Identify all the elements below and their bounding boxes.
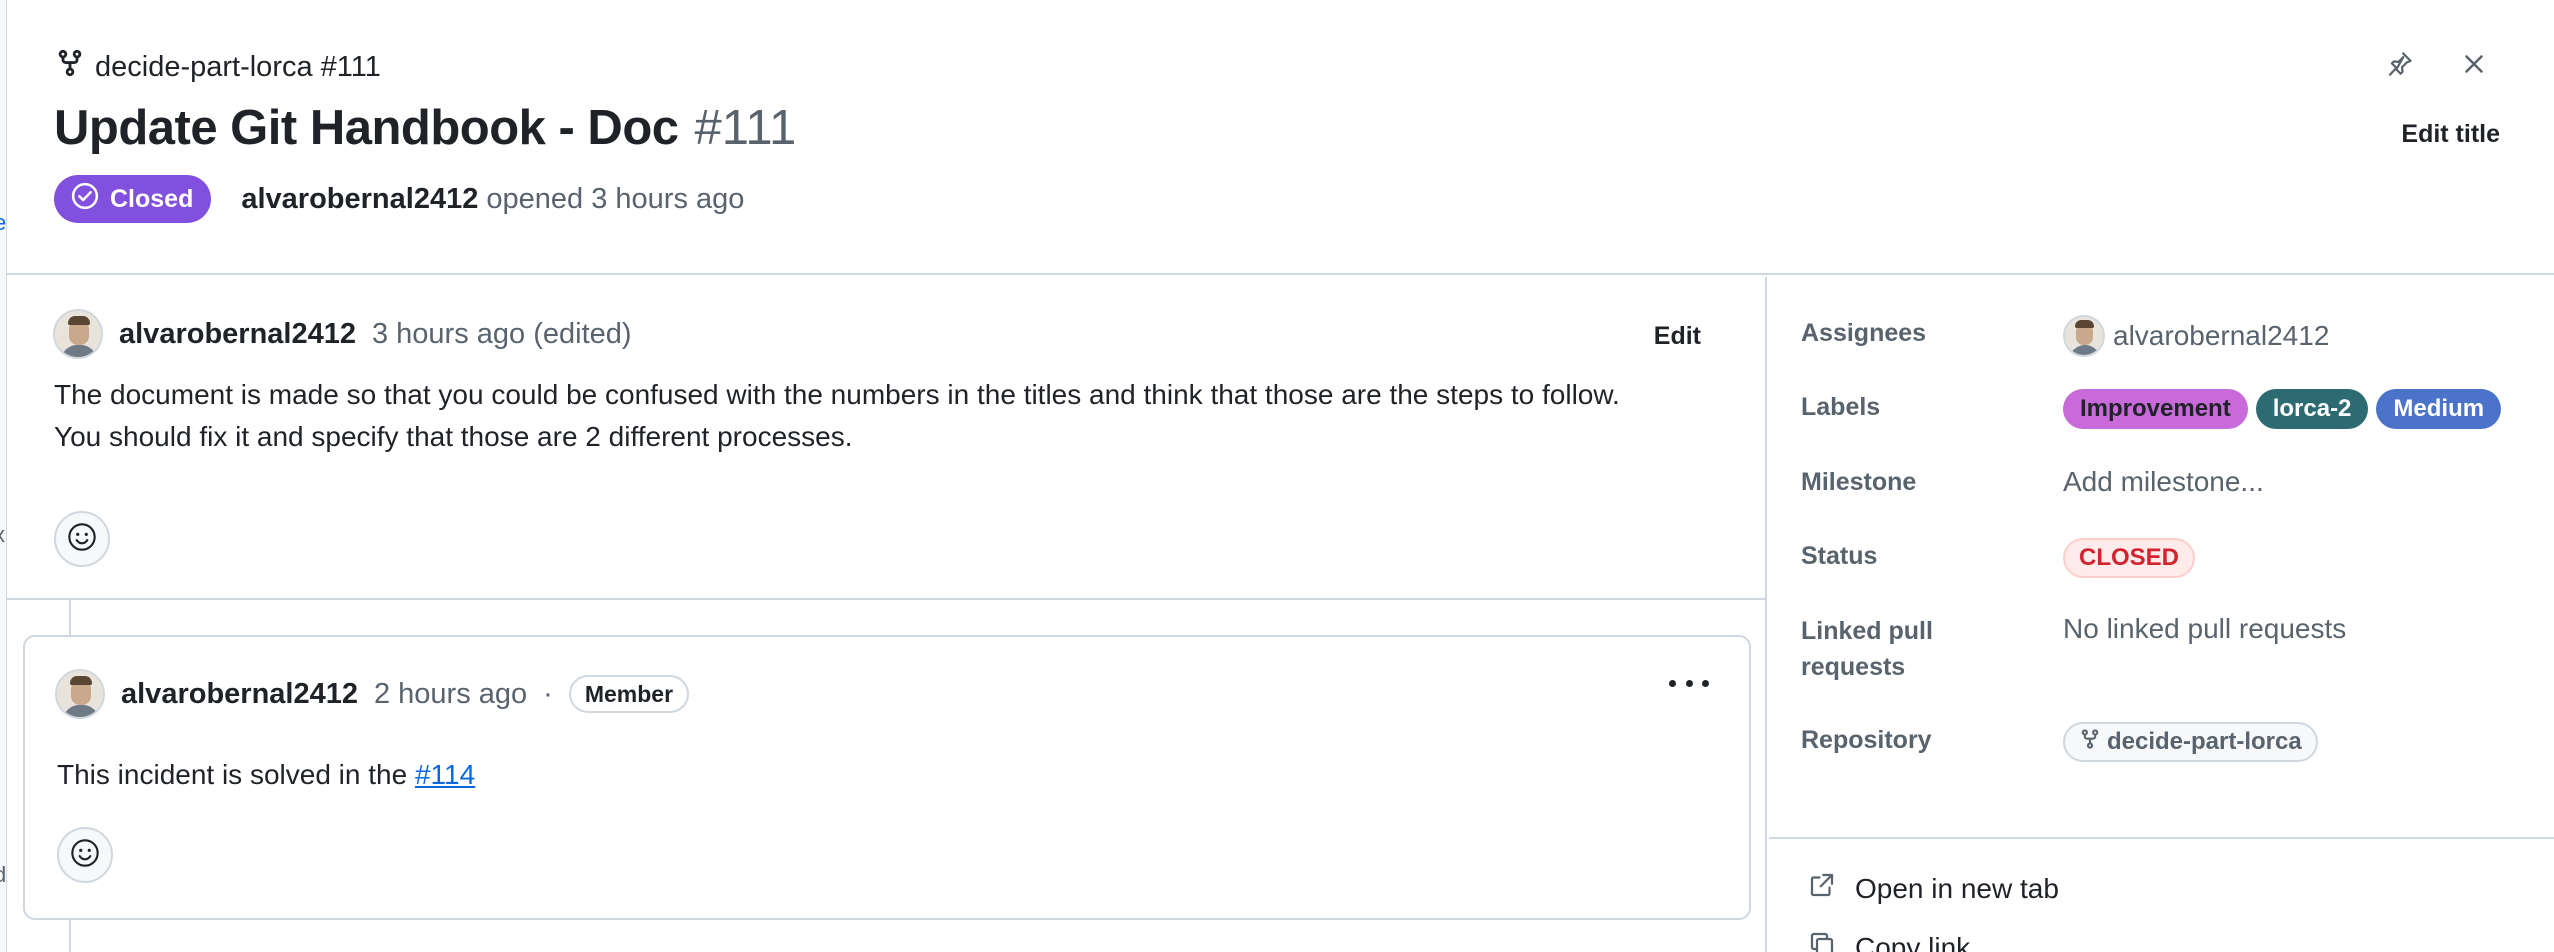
pin-icon[interactable] [2380,44,2420,84]
copy-link-button[interactable]: Copy link [1807,929,1970,952]
linked-prs-label-line: Linked pull [1801,617,1933,645]
repository-chip[interactable]: decide-part-lorca [2063,722,2318,762]
kebab-dot [1685,679,1693,687]
avatar[interactable] [55,669,105,719]
comment-time[interactable]: 3 hours ago (edited) [372,318,632,351]
assignees-label: Assignees [1801,319,1927,347]
comment-header: alvarobernal2412 2 hours ago · Member [55,669,690,719]
issue-title-row: Update Git Handbook - Doc #111 [54,100,796,156]
issue-conversation: alvarobernal2412 3 hours ago (edited) Ed… [7,277,1767,952]
add-reaction-button[interactable] [57,827,113,883]
underlying-page-edge: e x d [0,0,7,952]
close-icon[interactable] [2454,44,2494,84]
comment-body: The document is made so that you could b… [54,374,1620,458]
issue-title: Update Git Handbook - Doc [54,101,679,155]
label-chip[interactable]: Medium [2376,389,2502,429]
assignees-row: Assignees alvarobernal2412 [1801,315,2329,357]
open-in-new-tab-button[interactable]: Open in new tab [1807,870,2059,907]
avatar [2063,315,2105,357]
assignees-value[interactable]: alvarobernal2412 [2063,315,2329,357]
header-actions [2380,44,2494,84]
kebab-dot [1669,679,1676,687]
copy-icon [1807,929,1837,952]
comment-body: This incident is solved in the #114 [57,754,475,796]
opened-time: opened 3 hours ago [486,182,745,215]
milestone-row: Milestone Add milestone... [1801,464,2264,500]
comment-body-line: You should fix it and specify that those… [54,421,853,452]
linked-prs-row: Linked pull requests No linked pull requ… [1801,613,2346,685]
comment-body-line: The document is made so that you could b… [54,379,1620,410]
add-reaction-button[interactable] [54,511,110,567]
open-in-new-tab-label: Open in new tab [1855,872,2059,904]
status-row: Status CLOSED [1801,538,2196,578]
label-chip[interactable]: Improvement [2063,389,2248,429]
repository-value: decide-part-lorca [2063,722,2318,762]
repo-reference-label: decide-part-lorca #111 [95,50,381,83]
state-label: Closed [110,184,194,213]
external-link-icon [1807,870,1837,907]
comment-options-button[interactable] [1669,671,1709,695]
comment-body-text: This incident is solved in the [57,759,415,790]
copy-link-label: Copy link [1855,931,1971,952]
add-milestone-button[interactable]: Add milestone... [2063,464,2264,500]
repository-label: Repository [1801,726,1932,754]
linked-prs-label: Linked pull requests [1801,613,2063,685]
repository-name: decide-part-lorca [2107,728,2302,755]
edit-title-button[interactable]: Edit title [2401,120,2500,149]
labels-value[interactable]: Improvement lorca-2 Medium [2063,389,2502,429]
issue-side-panel: decide-part-lorca #111 Update Git Handbo… [7,0,2554,952]
git-fork-icon [55,48,85,86]
labels-row: Labels Improvement lorca-2 Medium [1801,389,2502,429]
comment-header: alvarobernal2412 3 hours ago (edited) [53,309,632,359]
author-link[interactable]: alvarobernal2412 [241,183,478,215]
milestone-label: Milestone [1801,468,1917,496]
linked-prs-value: No linked pull requests [2063,613,2347,644]
issue-sidebar: Assignees alvarobernal2412 Labels Improv… [1769,277,2554,952]
linked-prs-label-line: requests [1801,653,1906,681]
edit-comment-button[interactable]: Edit [1654,322,1701,351]
repo-reference[interactable]: decide-part-lorca #111 [55,48,381,86]
git-fork-icon [2079,728,2101,757]
kebab-dot [1702,679,1709,687]
smiley-icon [69,837,101,874]
state-badge: Closed [54,175,212,223]
issue-meta: Closed alvarobernal2412 opened 3 hours a… [54,175,744,223]
separator-dot: · [543,677,553,710]
opened-by: alvarobernal2412 opened 3 hours ago [241,183,744,216]
sidebar-divider [1769,837,2554,839]
status-label: Status [1801,542,1878,570]
check-circle-icon [70,181,100,218]
issue-header: decide-part-lorca #111 Update Git Handbo… [7,0,2554,275]
issue-body-comment: alvarobernal2412 3 hours ago (edited) Ed… [7,277,1767,600]
status-badge: CLOSED [2063,538,2196,578]
comment-author[interactable]: alvarobernal2412 [119,318,356,351]
avatar[interactable] [53,309,103,359]
labels-label: Labels [1801,393,1881,421]
comment-time[interactable]: 2 hours ago [374,678,527,711]
comment-author[interactable]: alvarobernal2412 [121,678,358,711]
label-chip[interactable]: lorca-2 [2255,389,2369,429]
smiley-icon [66,521,98,558]
issue-link[interactable]: #114 [415,759,475,790]
issue-number: #111 [694,101,797,155]
timeline-comment: alvarobernal2412 2 hours ago · Member Th… [23,635,1751,920]
member-badge: Member [568,675,690,713]
assignee-name: alvarobernal2412 [2113,320,2330,351]
repository-row: Repository decide-part-lorca [1801,722,2318,762]
status-value: CLOSED [2063,538,2196,578]
